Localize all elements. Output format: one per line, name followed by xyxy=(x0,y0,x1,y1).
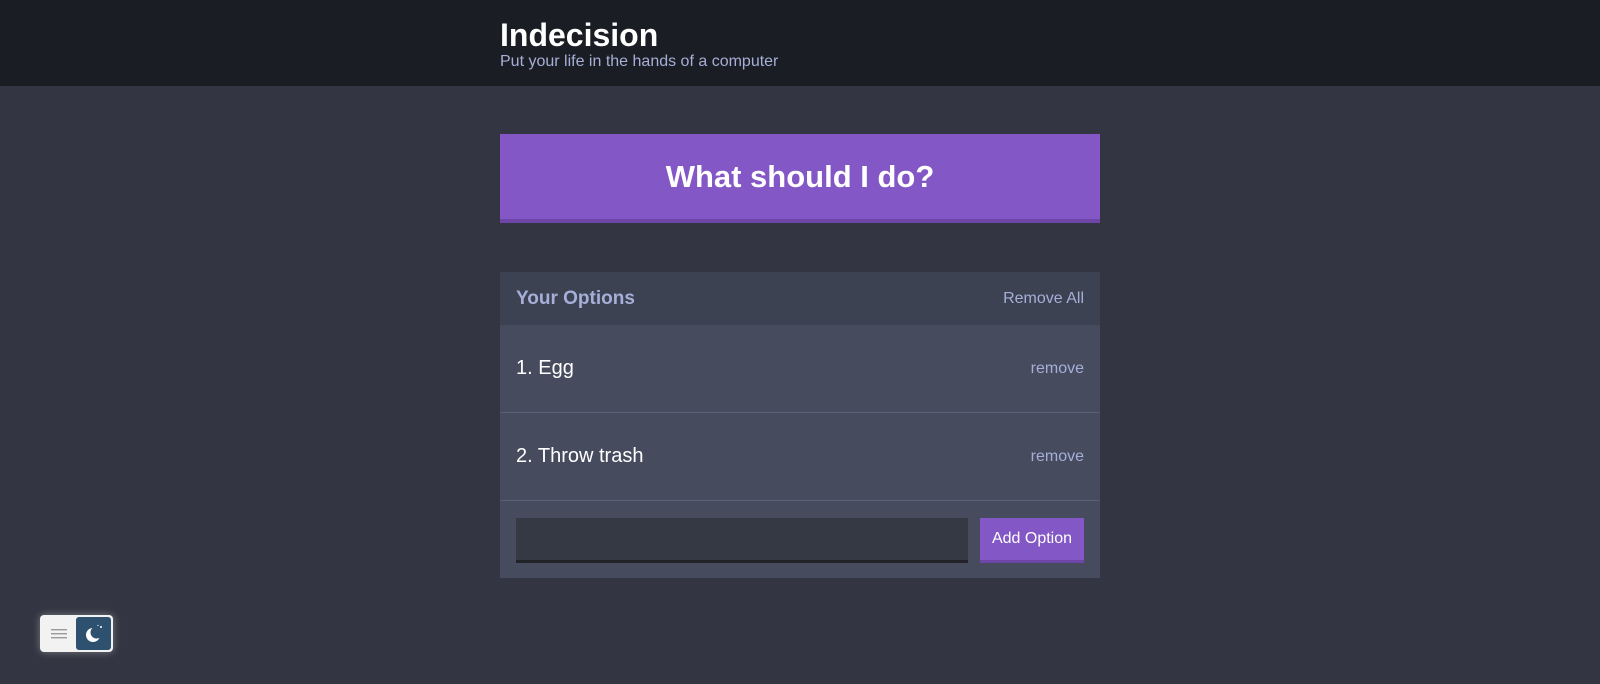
app-header: Indecision Put your life in the hands of… xyxy=(0,0,1600,86)
app-subtitle: Put your life in the hands of a computer xyxy=(500,53,779,70)
options-widget: Your Options Remove All 1. Egg remove 2.… xyxy=(500,272,1100,578)
add-option-button[interactable]: Add Option xyxy=(980,517,1084,563)
menu-icon[interactable] xyxy=(42,617,76,650)
remove-option-button[interactable]: remove xyxy=(1031,360,1084,378)
option-item: 2. Throw trash remove xyxy=(500,413,1100,501)
what-should-i-do-button[interactable]: What should I do? xyxy=(500,134,1100,223)
option-item: 1. Egg remove xyxy=(500,325,1100,413)
remove-all-button[interactable]: Remove All xyxy=(1003,290,1084,308)
remove-option-button[interactable]: remove xyxy=(1031,448,1084,466)
option-text: 2. Throw trash xyxy=(516,445,644,467)
moon-icon[interactable] xyxy=(76,617,111,650)
widget-header: Your Options Remove All xyxy=(500,272,1100,325)
widget-title: Your Options xyxy=(516,287,635,309)
app-title: Indecision xyxy=(500,17,659,53)
add-option-input[interactable] xyxy=(516,517,968,563)
option-text: 1. Egg xyxy=(516,357,574,379)
add-option-form: Add Option xyxy=(500,501,1100,579)
header-container: Indecision Put your life in the hands of… xyxy=(500,17,778,71)
theme-toggle[interactable] xyxy=(40,615,113,652)
